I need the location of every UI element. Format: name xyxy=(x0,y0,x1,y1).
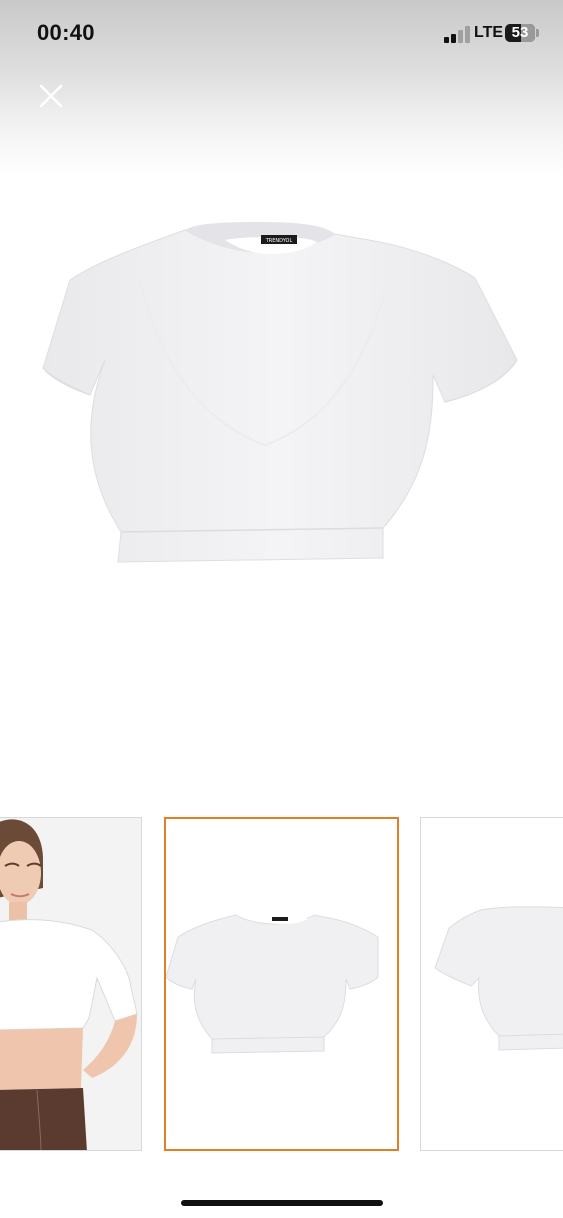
close-button[interactable] xyxy=(36,81,66,111)
signal-bar xyxy=(451,34,456,43)
thumbnail-front-selected[interactable] xyxy=(164,817,399,1151)
product-main-image[interactable]: TRENDYOL xyxy=(35,210,530,580)
thumbnail-model[interactable] xyxy=(0,817,142,1151)
signal-bar xyxy=(465,26,470,43)
battery-icon: 53 xyxy=(505,24,535,42)
thumbnail-back[interactable] xyxy=(420,817,563,1151)
model-photo xyxy=(0,818,141,1150)
battery-cap xyxy=(536,29,539,37)
status-time: 00:40 xyxy=(37,20,95,45)
close-icon xyxy=(39,84,63,108)
brand-label-text: TRENDYOL xyxy=(265,238,293,244)
network-type: LTE xyxy=(474,24,504,41)
thumbnail-strip xyxy=(0,817,563,1152)
signal-bar xyxy=(444,37,449,43)
cellular-signal-icon xyxy=(444,26,472,43)
status-bar: 00:40 LTE 53 xyxy=(0,0,563,70)
crop-top-image: TRENDYOL xyxy=(42,222,518,563)
home-indicator[interactable] xyxy=(181,1200,383,1206)
signal-bar xyxy=(458,30,463,43)
battery-level: 53 xyxy=(511,24,529,41)
crop-top-back-image xyxy=(434,906,563,1051)
crop-top-thumbnail-image xyxy=(166,914,379,1054)
